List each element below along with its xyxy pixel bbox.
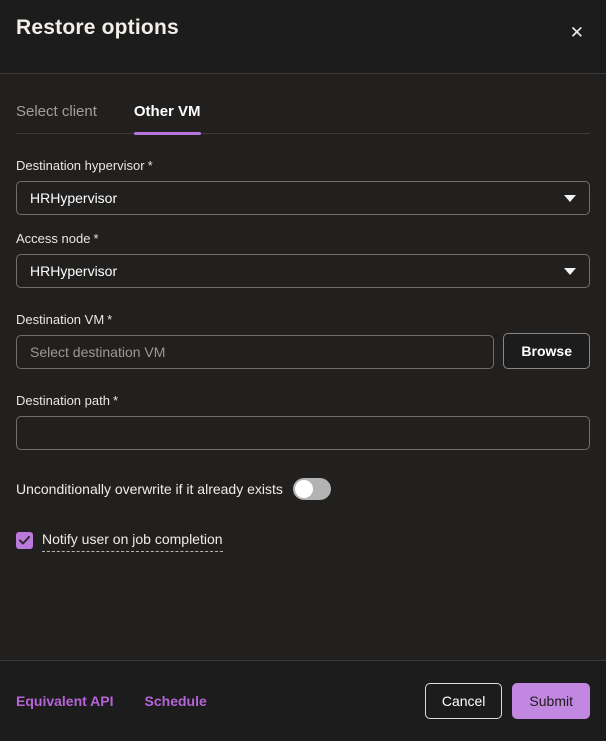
schedule-link[interactable]: Schedule xyxy=(145,693,207,709)
label-text: Destination VM xyxy=(16,312,105,327)
required-asterisk: * xyxy=(112,393,119,408)
notify-checkbox[interactable] xyxy=(16,532,33,549)
chevron-down-icon xyxy=(564,194,576,202)
page-title: Restore options xyxy=(16,16,179,39)
overwrite-toggle-row: Unconditionally overwrite if it already … xyxy=(16,478,590,500)
destination-vm-group: Destination VM* Browse xyxy=(16,312,590,369)
label-text: Access node xyxy=(16,231,91,246)
label-text: Destination path xyxy=(16,393,110,408)
destination-hypervisor-group: Destination hypervisor * HRHypervisor xyxy=(16,158,590,215)
tab-select-client[interactable]: Select client xyxy=(16,103,97,133)
close-icon[interactable]: ✕ xyxy=(564,18,590,47)
selected-value: HRHypervisor xyxy=(30,190,118,206)
equivalent-api-link[interactable]: Equivalent API xyxy=(16,693,114,709)
required-asterisk: * xyxy=(93,231,99,246)
required-asterisk: * xyxy=(147,158,153,173)
destination-vm-label: Destination VM * xyxy=(16,312,590,327)
tab-other-vm[interactable]: Other VM xyxy=(133,103,201,135)
restore-options-dialog: Restore options ✕ Select client Other VM… xyxy=(0,0,606,741)
tab-bar: Select client Other VM xyxy=(16,103,590,135)
overwrite-toggle-label: Unconditionally overwrite if it already … xyxy=(16,481,283,497)
access-node-select[interactable]: HRHypervisor xyxy=(16,254,590,288)
access-node-group: Access node * HRHypervisor xyxy=(16,231,590,288)
selected-value: HRHypervisor xyxy=(30,263,118,279)
destination-hypervisor-select[interactable]: HRHypervisor xyxy=(16,181,590,215)
destination-vm-input[interactable] xyxy=(16,335,495,369)
label-text: Destination hypervisor xyxy=(16,158,145,173)
footer-actions: Cancel Submit xyxy=(424,683,590,719)
destination-path-label: Destination path * xyxy=(16,393,590,408)
destination-path-group: Destination path * xyxy=(16,393,590,450)
access-node-label: Access node * xyxy=(16,231,590,246)
notify-checkbox-row: Notify user on job completion xyxy=(16,531,590,552)
overwrite-toggle[interactable] xyxy=(292,478,331,500)
dialog-footer: Equivalent API Schedule Cancel Submit xyxy=(0,660,606,741)
chevron-down-icon xyxy=(564,267,576,275)
checkmark-icon xyxy=(19,536,30,545)
dialog-header: Restore options ✕ xyxy=(0,0,606,74)
required-asterisk: * xyxy=(107,312,113,327)
browse-button[interactable]: Browse xyxy=(503,333,590,369)
destination-hypervisor-label: Destination hypervisor * xyxy=(16,158,590,173)
submit-button[interactable]: Submit xyxy=(512,683,590,719)
footer-links: Equivalent API Schedule xyxy=(16,693,207,709)
destination-path-input[interactable] xyxy=(16,416,590,450)
notify-checkbox-label[interactable]: Notify user on job completion xyxy=(42,531,223,552)
dialog-body: Select client Other VM Destination hyper… xyxy=(0,74,606,660)
toggle-knob xyxy=(294,480,313,498)
cancel-button[interactable]: Cancel xyxy=(424,683,503,719)
